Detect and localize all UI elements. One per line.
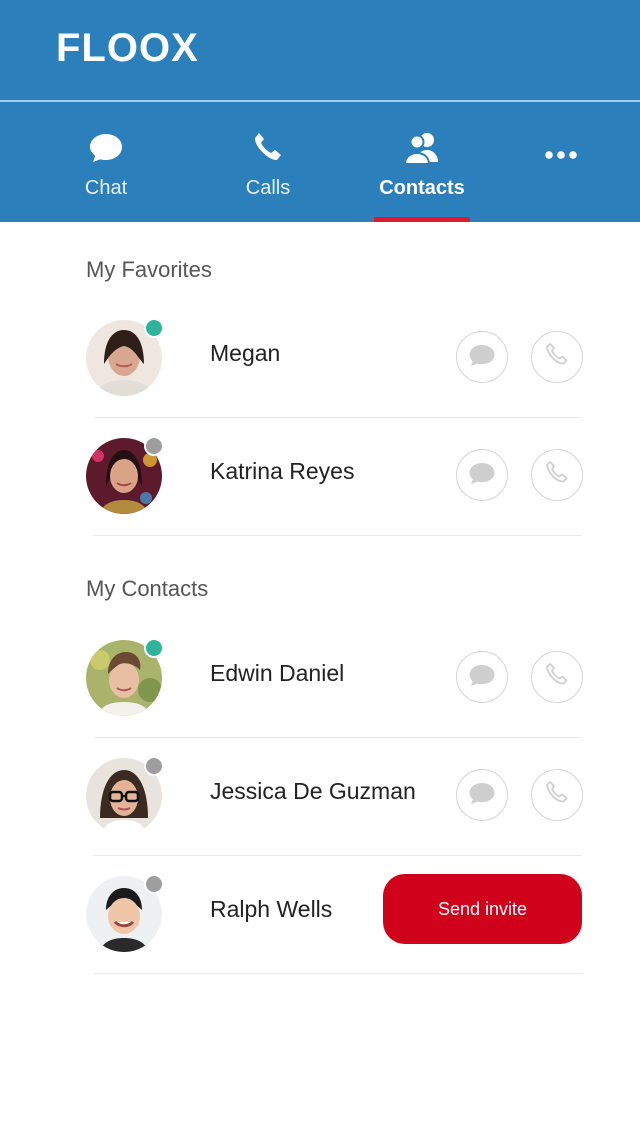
chat-button[interactable]	[456, 331, 508, 383]
contact-row[interactable]: Edwin Daniel	[0, 620, 640, 738]
avatar	[86, 756, 164, 834]
tab-contacts[interactable]: Contacts	[342, 102, 502, 222]
send-invite-button[interactable]: Send invite	[383, 874, 582, 944]
call-button[interactable]	[531, 651, 583, 703]
contact-name: Megan	[210, 340, 281, 366]
contact-name: Ralph Wells	[210, 896, 333, 922]
contact-row[interactable]: Ralph Wells Send invite	[0, 856, 640, 974]
contact-row[interactable]: Katrina Reyes	[0, 418, 640, 536]
contact-row[interactable]: Jessica De Guzman	[0, 738, 640, 856]
avatar	[86, 318, 164, 396]
chat-bubble-icon	[468, 663, 496, 692]
chat-bubble-icon	[468, 343, 496, 372]
tab-more[interactable]	[481, 102, 640, 222]
more-dots-icon	[543, 148, 579, 166]
phone-icon	[544, 662, 570, 693]
call-button[interactable]	[531, 769, 583, 821]
call-button[interactable]	[531, 331, 583, 383]
contact-name: Edwin Daniel	[210, 660, 345, 686]
call-button[interactable]	[531, 449, 583, 501]
row-divider	[94, 535, 582, 536]
row-divider	[94, 973, 582, 974]
brand-logo: FLOOX	[56, 26, 199, 70]
chat-button[interactable]	[456, 769, 508, 821]
tab-calls-label: Calls	[245, 177, 291, 199]
chat-bubble-icon	[468, 461, 496, 490]
presence-offline-indicator	[144, 756, 164, 776]
app-header: FLOOX	[0, 0, 640, 100]
tab-bar: Chat Calls Contacts	[0, 102, 640, 222]
presence-online-indicator	[144, 318, 164, 338]
presence-online-indicator	[144, 638, 164, 658]
chat-bubble-icon	[88, 130, 124, 171]
section-title-contacts: My Contacts	[86, 576, 209, 601]
avatar	[86, 436, 164, 514]
contacts-icon	[403, 130, 441, 171]
chat-button[interactable]	[456, 449, 508, 501]
contact-name: Katrina Reyes	[210, 458, 355, 484]
chat-bubble-icon	[468, 781, 496, 810]
phone-icon	[250, 130, 286, 171]
presence-offline-indicator	[144, 436, 164, 456]
phone-icon	[544, 460, 570, 491]
tab-contacts-label: Contacts	[379, 177, 465, 199]
chat-button[interactable]	[456, 651, 508, 703]
phone-icon	[544, 342, 570, 373]
avatar	[86, 638, 164, 716]
tab-calls[interactable]: Calls	[188, 102, 348, 222]
tab-chat-label: Chat	[84, 177, 128, 199]
section-title-favorites: My Favorites	[86, 257, 212, 282]
presence-offline-indicator	[144, 874, 164, 894]
tab-chat[interactable]: Chat	[26, 102, 186, 222]
contact-name: Jessica De Guzman	[210, 778, 416, 804]
contact-row[interactable]: Megan	[0, 300, 640, 418]
avatar	[86, 874, 164, 952]
phone-icon	[544, 780, 570, 811]
